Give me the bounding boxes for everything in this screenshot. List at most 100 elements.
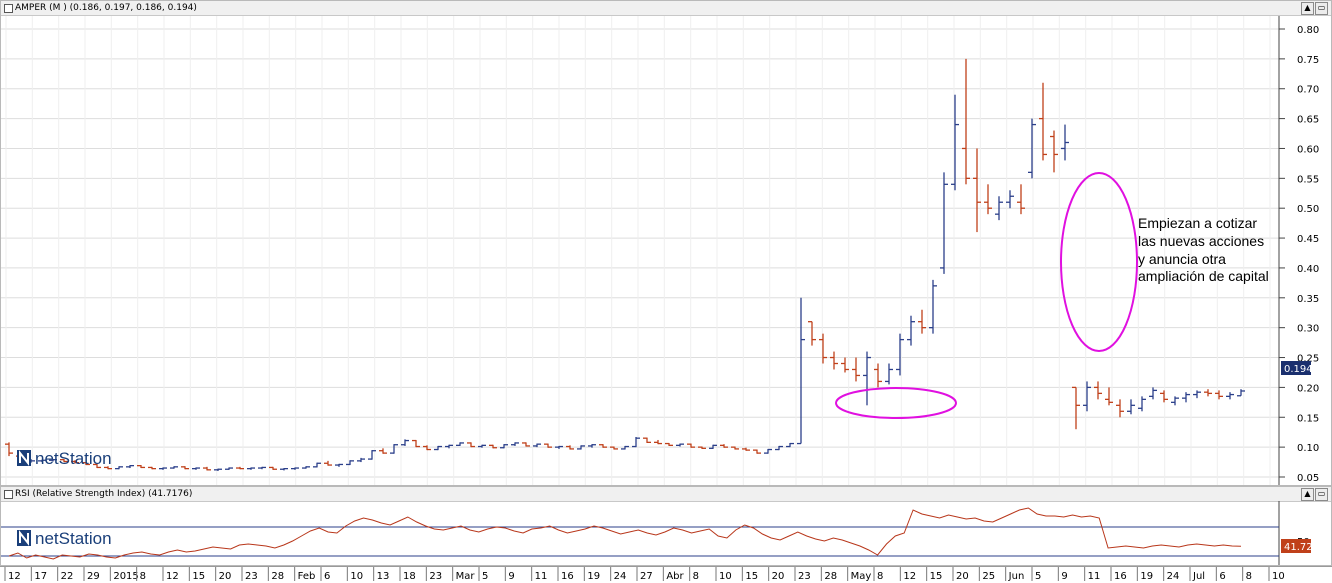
ohlc-bar <box>808 321 816 346</box>
price-y-tick-label: 0.40 <box>1297 264 1319 275</box>
time-axis-label: 8 <box>877 571 883 582</box>
ohlc-bar <box>522 442 530 447</box>
time-axis-label: 11 <box>1088 571 1101 582</box>
rsi-logo-text: netStation <box>35 529 112 548</box>
time-axis-label: 6 <box>324 571 330 582</box>
price-y-tick-label: 0.70 <box>1297 85 1319 96</box>
time-axis-label: 25 <box>982 571 995 582</box>
ohlc-bar <box>1094 381 1102 400</box>
ohlc-bar <box>225 467 233 470</box>
time-axis-label: 17 <box>34 571 47 582</box>
time-axis-label: 15 <box>930 571 943 582</box>
time-axis-label: 16 <box>1114 571 1127 582</box>
time-axis-label: 11 <box>535 571 548 582</box>
time-axis-label: 12 <box>903 571 916 582</box>
ohlc-bar <box>863 351 871 406</box>
last-price-tag: 0.194 <box>1281 361 1313 375</box>
ohlc-bar <box>467 442 475 448</box>
ohlc-bar <box>1204 389 1212 397</box>
ohlc-bar <box>819 333 827 364</box>
ohlc-bar <box>445 444 453 449</box>
ohlc-bar <box>1160 390 1168 403</box>
time-axis-label: 13 <box>377 571 390 582</box>
time-axis-label: 28 <box>271 571 284 582</box>
price-y-tick-label: 0.60 <box>1297 144 1319 155</box>
time-axis-label: 15 <box>745 571 758 582</box>
price-chart-panel: AMPER (M ) (0.186, 0.197, 0.186, 0.194) … <box>0 0 1332 486</box>
price-y-tick-label: 0.35 <box>1297 294 1319 305</box>
ohlc-bar <box>1215 390 1223 400</box>
ohlc-bar <box>137 465 145 469</box>
time-axis-label: 19 <box>1140 571 1153 582</box>
ohlc-bar <box>786 442 794 448</box>
ohlc-bar <box>401 439 409 446</box>
rsi-line <box>8 507 1242 560</box>
ohlc-bar <box>621 445 629 450</box>
price-chart[interactable]: 0.80 0.75 0.70 0.65 0.60 0.55 0.50 0.45 0.40 0.35… <box>1 1 1331 485</box>
ohlc-bar <box>1072 386 1080 430</box>
rsi-last-value-label: 41.72 <box>1284 542 1313 553</box>
time-axis-label: 19 <box>587 571 600 582</box>
time-axis-label: 6 <box>1219 571 1225 582</box>
ohlc-bar <box>170 466 178 469</box>
ohlc-bar <box>1226 392 1234 400</box>
time-axis-label: 23 <box>798 571 811 582</box>
time-axis-label: Abr <box>666 571 684 582</box>
ohlc-bar <box>148 466 156 470</box>
ohlc-bar <box>456 442 464 446</box>
ohlc-bar <box>962 58 970 185</box>
ohlc-bar <box>511 442 519 446</box>
ohlc-bar <box>247 467 255 470</box>
time-axis-label: 10 <box>350 571 363 582</box>
price-y-tick-label: 0.30 <box>1297 324 1319 335</box>
time-axis-label: 24 <box>1167 571 1180 582</box>
ohlc-bar <box>1017 184 1025 215</box>
price-y-tick-label: 0.20 <box>1297 383 1319 394</box>
time-axis-label: 12 <box>166 571 179 582</box>
ohlc-bar <box>973 148 981 233</box>
time-axis-label: Mar <box>456 571 476 582</box>
ohlc-bar <box>302 466 310 469</box>
rsi-panel: RSI (Relative Strength Index) (41.7176) … <box>0 486 1332 566</box>
ohlc-bar <box>907 315 915 346</box>
time-axis-label: 10 <box>1272 571 1285 582</box>
ohlc-bar <box>335 463 343 467</box>
ohlc-bar <box>830 351 838 370</box>
ohlc-bar <box>533 443 541 448</box>
annotation-line-4: ampliación de capital <box>1138 268 1269 284</box>
ohlc-bar <box>1006 190 1014 209</box>
ohlc-bar <box>412 439 420 448</box>
price-y-tick-label: 0.55 <box>1297 174 1319 185</box>
ohlc-bar <box>841 357 849 373</box>
ohlc-bar <box>115 466 123 470</box>
time-axis-label: Feb <box>298 571 316 582</box>
highlight-ellipse-new-shares <box>1060 172 1138 352</box>
ohlc-bar <box>1171 396 1179 406</box>
ohlc-bar <box>258 466 266 470</box>
highlight-ellipse-breakout <box>835 387 957 419</box>
time-axis-label: 2015 <box>113 571 138 582</box>
ohlc-bar <box>654 439 662 445</box>
annotation-line-3: y anuncia otra <box>1138 251 1226 267</box>
ohlc-bar <box>357 457 365 463</box>
time-axis-label: 22 <box>61 571 74 582</box>
time-axis-label: 20 <box>956 571 969 582</box>
ohlc-bar <box>764 448 772 454</box>
time-axis-label: 8 <box>140 571 146 582</box>
ohlc-bar <box>390 444 398 454</box>
time-axis-label: May <box>851 571 872 582</box>
ohlc-bar <box>896 333 904 376</box>
price-y-tick-label: 0.65 <box>1297 115 1319 126</box>
time-axis-label: 5 <box>482 571 488 582</box>
ohlc-bar <box>1149 387 1157 400</box>
ohlc-bar <box>775 445 783 451</box>
ohlc-bar <box>984 184 992 215</box>
ohlc-bar <box>665 442 673 446</box>
ohlc-bar <box>643 437 651 444</box>
rsi-last-value-tag: 41.72 <box>1281 539 1313 553</box>
rsi-chart[interactable]: netStation 50 41.72 <box>1 487 1331 565</box>
time-axis-label: 27 <box>640 571 653 582</box>
ohlc-bar <box>159 467 167 470</box>
time-axis-label: 23 <box>245 571 258 582</box>
ohlc-bar <box>676 443 684 447</box>
